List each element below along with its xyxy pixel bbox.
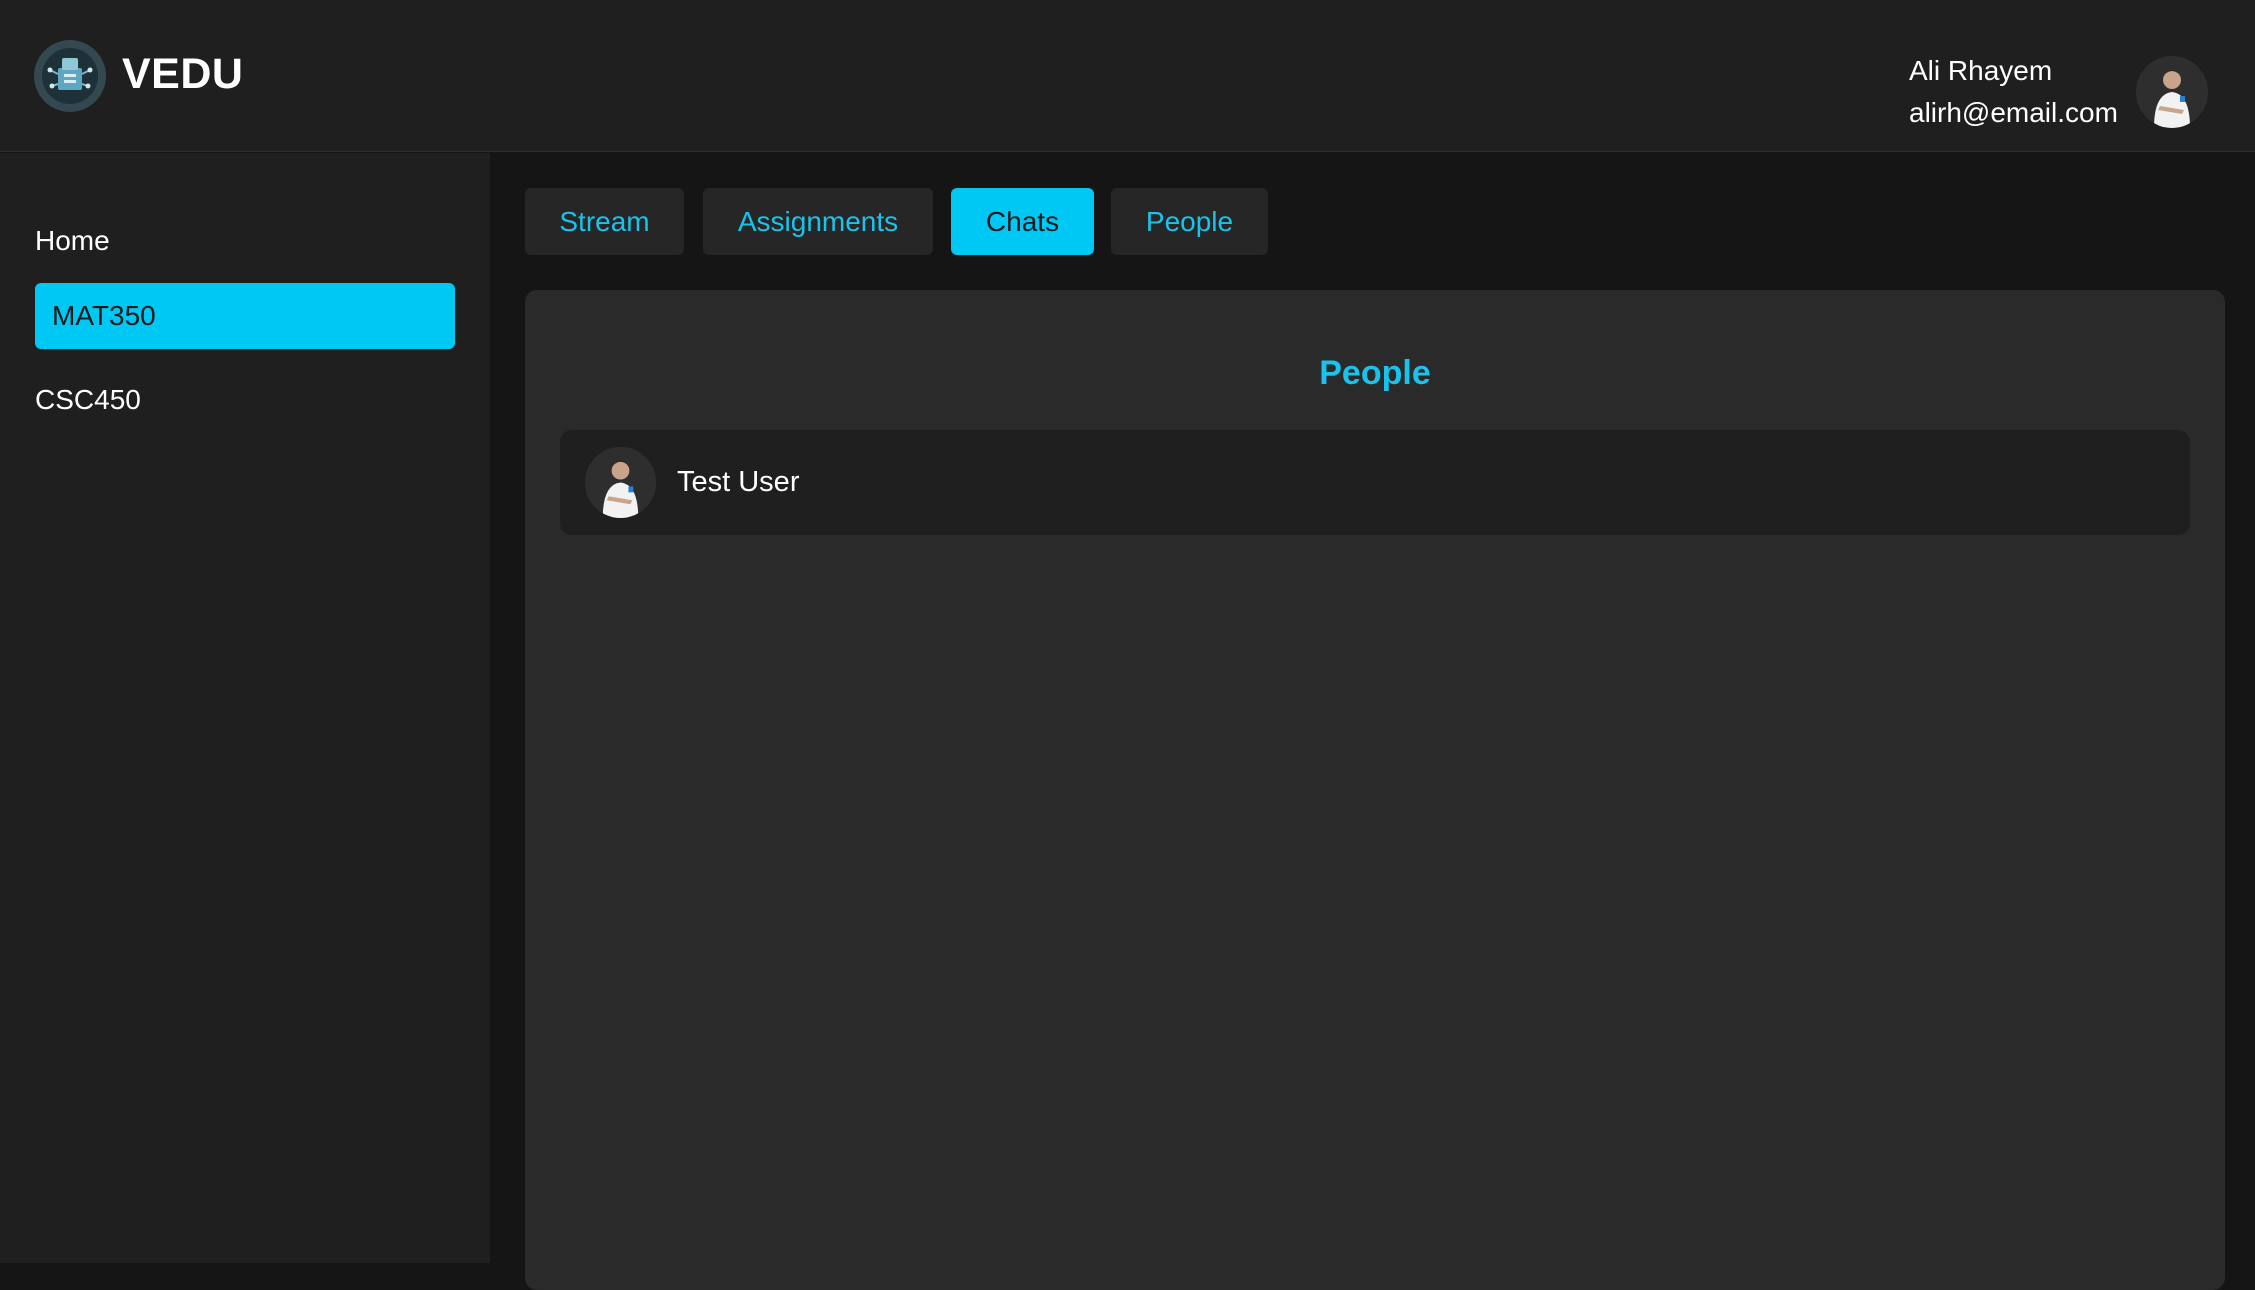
app-title: VEDU <box>122 50 244 98</box>
person-avatar <box>585 447 656 518</box>
sidebar: Home MAT350 CSC450 <box>0 153 490 1263</box>
sidebar-item-csc450[interactable]: CSC450 <box>35 367 455 433</box>
person-name: Test User <box>677 466 800 498</box>
tab-chats[interactable]: Chats <box>951 188 1094 255</box>
app-logo-icon[interactable] <box>34 40 106 112</box>
sidebar-item-home[interactable]: Home <box>35 208 455 274</box>
top-header: VEDU Ali Rhayem alirh@email.com <box>0 0 2255 152</box>
panel-title: People <box>1319 354 1431 392</box>
sidebar-item-mat350[interactable]: MAT350 <box>35 283 455 349</box>
list-item[interactable]: Test User <box>560 430 2190 535</box>
tab-stream[interactable]: Stream <box>525 188 684 255</box>
user-avatar[interactable] <box>2136 56 2208 128</box>
tab-assignments[interactable]: Assignments <box>703 188 933 255</box>
tab-people[interactable]: People <box>1111 188 1268 255</box>
user-name: Ali Rhayem <box>1909 55 2053 86</box>
user-email: alirh@email.com <box>1909 97 2118 128</box>
people-panel: People Test User <box>525 290 2225 1290</box>
